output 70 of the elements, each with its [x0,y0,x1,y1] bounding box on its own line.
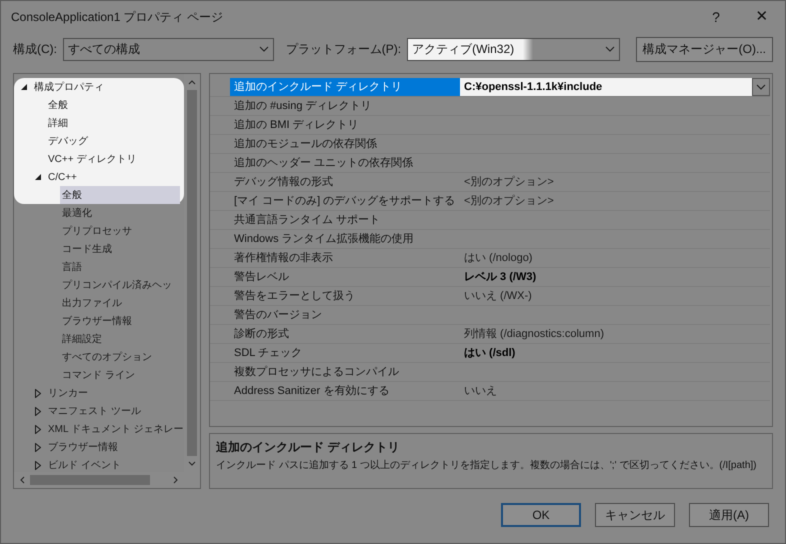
property-name[interactable]: 警告をエラーとして扱う [230,287,460,305]
property-name[interactable]: デバッグ情報の形式 [230,173,460,191]
scrollbar-thumb[interactable] [30,475,150,486]
chevron-down-icon [756,84,766,90]
tree-item[interactable]: 出力ファイル [60,294,122,312]
collapsed-triangle-icon[interactable] [35,388,41,398]
collapsed-triangle-icon[interactable] [35,424,41,434]
expanded-triangle-icon[interactable] [35,174,41,180]
tree-item[interactable]: ブラウザー情報 [46,438,118,456]
tree-item[interactable]: すべてのオプション [60,348,152,366]
tree-item[interactable]: コマンド ライン [60,366,135,384]
property-name[interactable]: 追加の #using ディレクトリ [230,97,460,115]
expanded-triangle-icon[interactable] [21,84,27,90]
property-name[interactable]: 著作権情報の非表示 [230,249,460,267]
tree-item[interactable]: プリコンパイル済みヘッ [60,276,172,294]
value-dropdown-button[interactable] [752,78,770,96]
property-name[interactable]: 複数プロセッサによるコンパイル [230,363,460,381]
property-name[interactable]: 追加のモジュールの依存関係 [230,135,460,153]
description-title: 追加のインクルード ディレクトリ [216,439,400,456]
tree-item[interactable]: 全般 [60,186,180,204]
collapsed-triangle-icon[interactable] [35,406,41,416]
tree-item[interactable]: C/C++ [46,168,77,186]
collapsed-triangle-icon[interactable] [35,442,41,452]
tree-item[interactable]: ブラウザー情報 [60,312,132,330]
tree-item[interactable]: XML ドキュメント ジェネレー [46,420,184,438]
property-name[interactable]: 追加のヘッダー ユニットの依存関係 [230,154,460,172]
configuration-label: 構成(C): [13,41,57,58]
tree-item[interactable]: 全般 [46,96,68,114]
property-name[interactable]: [マイ コードのみ] のデバッグをサポートする [230,192,460,210]
close-button[interactable]: ✕ [739,1,785,33]
tree-item[interactable]: プリプロセッサ [60,222,132,240]
property-name[interactable]: Address Sanitizer を有効にする [230,382,460,400]
collapsed-triangle-icon[interactable] [35,460,41,470]
property-value[interactable]: いいえ [464,382,497,400]
property-name[interactable]: 共通言語ランタイム サポート [230,211,460,229]
property-name[interactable]: 診断の形式 [230,325,460,343]
tree-item[interactable]: ビルド イベント [46,456,121,472]
tree-item[interactable]: リンカー [46,384,88,402]
tree-item[interactable]: コード生成 [60,240,112,258]
help-button[interactable]: ? [693,1,739,33]
scrollbar-thumb[interactable] [187,90,198,456]
configuration-dropdown[interactable]: すべての構成 [63,38,274,60]
platform-dropdown[interactable]: アクティブ(Win32) [407,38,620,60]
dialog-button[interactable]: キャンセル [595,503,675,527]
window-title: ConsoleApplication1 プロパティ ページ [11,9,224,26]
description-text: インクルード パスに追加する 1 つ以上のディレクトリを指定します。複数の場合には、';' で区切ってください。(/I[path]) [216,458,758,474]
tree-item[interactable]: 最適化 [60,204,92,222]
property-value[interactable]: <別のオプション> [464,174,554,190]
property-value[interactable]: はい (/sdl) [464,344,516,362]
platform-label: プラットフォーム(P): [286,41,402,58]
property-name[interactable]: Windows ランタイム拡張機能の使用 [230,230,460,248]
dialog-button[interactable]: 適用(A) [689,503,769,527]
tree-item[interactable]: 詳細 [46,114,68,132]
property-value[interactable]: レベル 3 (/W3) [464,268,536,286]
chevron-down-icon [604,46,615,52]
property-value[interactable]: いいえ (/WX-) [464,288,532,304]
tree-item[interactable]: マニフェスト ツール [46,402,141,420]
configuration-manager-button[interactable]: 構成マネージャー(O)... [636,36,773,62]
dialog-button[interactable]: OK [501,503,581,527]
property-value[interactable]: <別のオプション> [464,192,554,210]
tree-item[interactable]: 詳細設定 [60,330,102,348]
property-name[interactable]: SDL チェック [230,344,460,362]
property-name[interactable]: 警告のバージョン [230,306,460,324]
property-value[interactable]: はい (/nologo) [464,250,532,266]
property-name[interactable]: 警告レベル [230,268,460,286]
tree-item[interactable]: 言語 [60,258,82,276]
chevron-down-icon [258,46,269,52]
property-name[interactable]: 追加の BMI ディレクトリ [230,116,460,134]
property-value[interactable]: 列情報 (/diagnostics:column) [464,326,604,342]
property-name[interactable]: 追加のインクルード ディレクトリ [230,78,460,96]
